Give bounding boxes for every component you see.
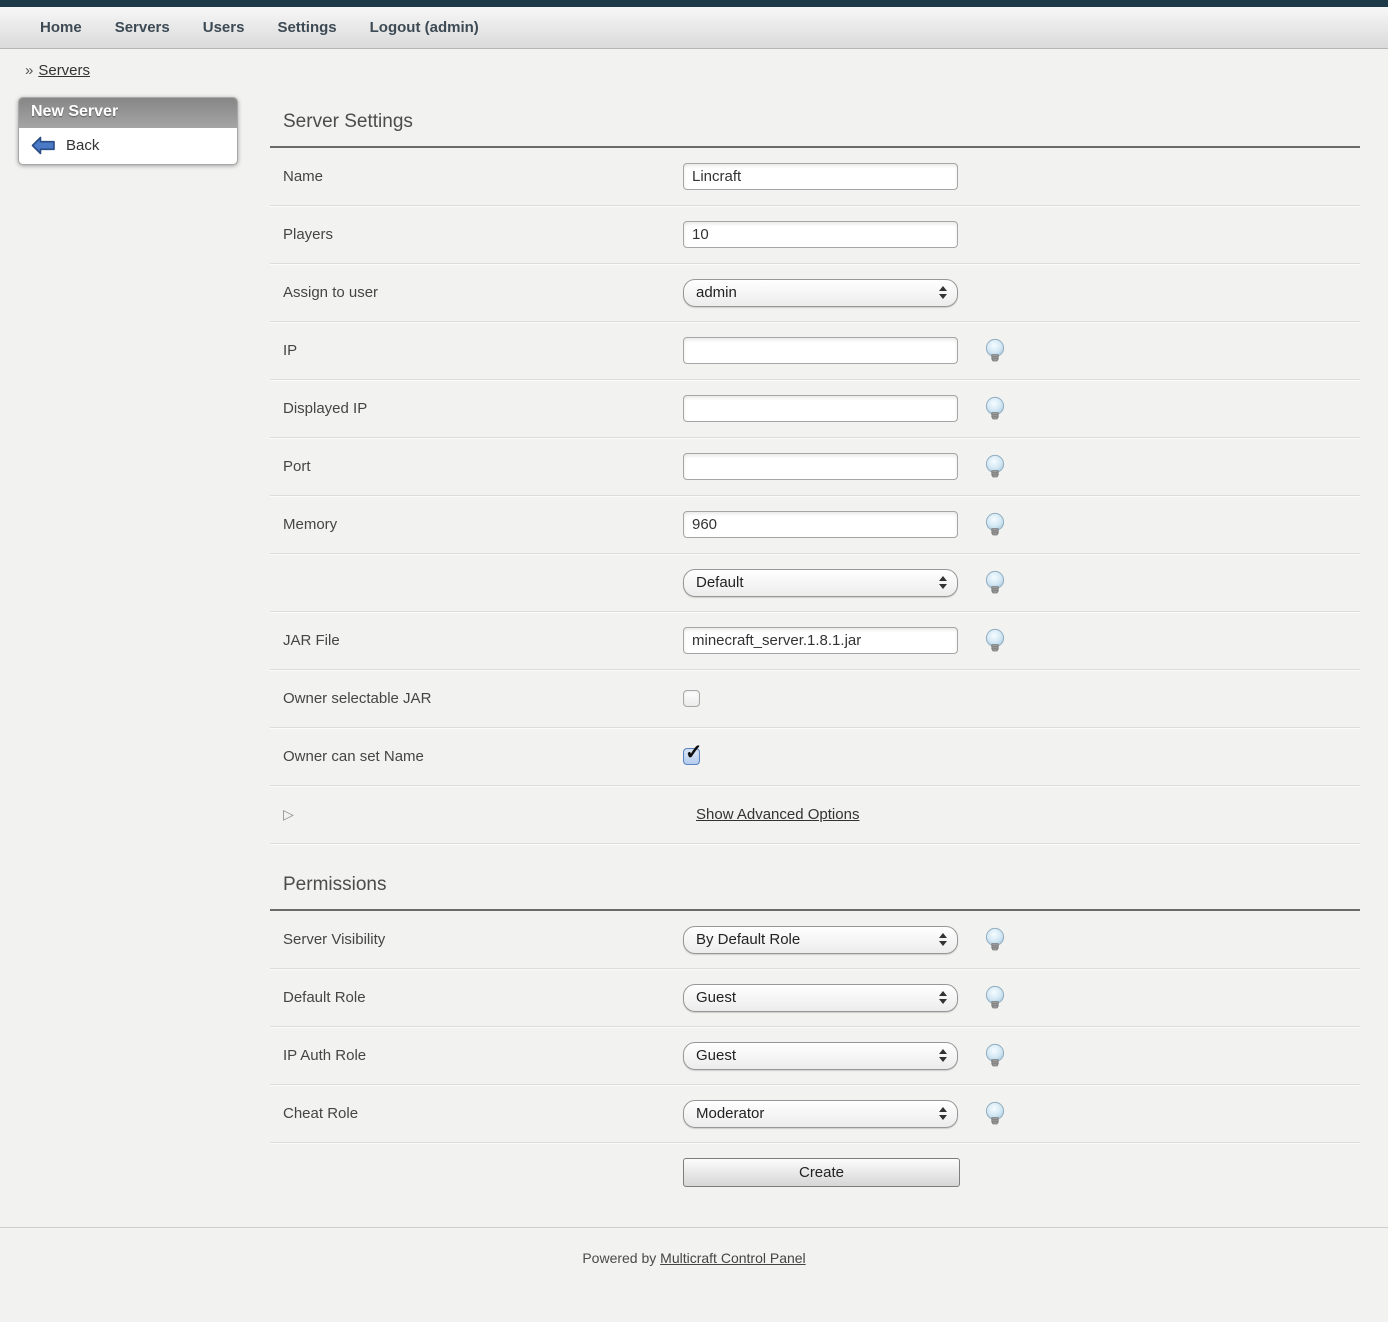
main-content: Server Settings Name Players Assign to u… — [270, 79, 1360, 1201]
players-input[interactable] — [683, 221, 958, 248]
form-row-cheat-role: Cheat Role Moderator — [270, 1085, 1360, 1143]
server-visibility-help-bulb-icon[interactable] — [984, 927, 1006, 952]
select-stepper-icon — [939, 576, 947, 589]
ip-auth-role-help-bulb-icon[interactable] — [984, 1043, 1006, 1068]
form-row-memory: Memory — [270, 496, 1360, 554]
owner-can-set-name-checkbox[interactable] — [683, 748, 700, 765]
breadcrumb-separator: » — [25, 62, 33, 79]
breadcrumb: » Servers — [0, 49, 1388, 79]
memory-help-bulb-icon[interactable] — [984, 512, 1006, 537]
owner-selectable-jar-checkbox[interactable] — [683, 690, 700, 707]
players-label: Players — [270, 226, 683, 243]
page-footer: Powered by Multicraft Control Panel — [0, 1227, 1388, 1306]
displayed-ip-input[interactable] — [683, 395, 958, 422]
section-title-server-settings: Server Settings — [283, 111, 1360, 133]
footer-multicraft-link[interactable]: Multicraft Control Panel — [660, 1250, 806, 1266]
port-label: Port — [270, 458, 683, 475]
section-title-permissions: Permissions — [283, 874, 1360, 896]
nav-item-servers[interactable]: Servers — [115, 19, 170, 36]
ip-auth-role-select[interactable]: Guest — [683, 1042, 958, 1070]
memory-input[interactable] — [683, 511, 958, 538]
displayed-ip-label: Displayed IP — [270, 400, 683, 417]
select-stepper-icon — [939, 1107, 947, 1120]
port-help-bulb-icon[interactable] — [984, 454, 1006, 479]
default-role-value: Guest — [696, 989, 939, 1006]
jar-type-select[interactable]: Default — [683, 569, 958, 597]
disclosure-triangle-icon[interactable]: ▷ — [283, 807, 696, 823]
cheat-role-select[interactable]: Moderator — [683, 1100, 958, 1128]
default-role-label: Default Role — [270, 989, 683, 1006]
select-stepper-icon — [939, 991, 947, 1004]
form-row-owner-can-set-name: Owner can set Name — [270, 728, 1360, 786]
form-row-displayed-ip: Displayed IP — [270, 380, 1360, 438]
jar-file-label: JAR File — [270, 632, 683, 649]
form-row-ip: IP — [270, 322, 1360, 380]
sidebar-panel: New Server Back — [18, 97, 238, 165]
name-label: Name — [270, 168, 683, 185]
form-row-default-role: Default Role Guest — [270, 969, 1360, 1027]
default-role-select[interactable]: Guest — [683, 984, 958, 1012]
ip-help-bulb-icon[interactable] — [984, 338, 1006, 363]
back-button[interactable]: Back — [19, 128, 237, 164]
assign-to-user-select[interactable]: admin — [683, 279, 958, 307]
select-stepper-icon — [939, 933, 947, 946]
select-stepper-icon — [939, 286, 947, 299]
top-accent-strip — [0, 0, 1388, 7]
cheat-role-help-bulb-icon[interactable] — [984, 1101, 1006, 1126]
default-role-help-bulb-icon[interactable] — [984, 985, 1006, 1010]
form-row-owner-selectable-jar: Owner selectable JAR — [270, 670, 1360, 728]
port-input[interactable] — [683, 453, 958, 480]
ip-label: IP — [270, 342, 683, 359]
footer-text: Powered by — [582, 1250, 656, 1266]
form-row-create: Create — [270, 1143, 1360, 1201]
form-row-server-visibility: Server Visibility By Default Role — [270, 911, 1360, 969]
form-row-jar-file: JAR File — [270, 612, 1360, 670]
jar-type-value: Default — [696, 574, 939, 591]
server-visibility-select[interactable]: By Default Role — [683, 926, 958, 954]
nav-item-home[interactable]: Home — [40, 19, 82, 36]
form-row-name: Name — [270, 148, 1360, 206]
cheat-role-label: Cheat Role — [270, 1105, 683, 1122]
select-stepper-icon — [939, 1049, 947, 1062]
ip-input[interactable] — [683, 337, 958, 364]
ip-auth-role-label: IP Auth Role — [270, 1047, 683, 1064]
assign-to-user-label: Assign to user — [270, 284, 683, 301]
cheat-role-value: Moderator — [696, 1105, 939, 1122]
breadcrumb-link-servers[interactable]: Servers — [38, 62, 90, 79]
server-visibility-value: By Default Role — [696, 931, 939, 948]
owner-selectable-jar-label: Owner selectable JAR — [270, 690, 683, 707]
permissions-form: Server Visibility By Default Role Defaul… — [270, 911, 1360, 1201]
owner-can-set-name-label: Owner can set Name — [270, 748, 683, 765]
form-row-ip-auth-role: IP Auth Role Guest — [270, 1027, 1360, 1085]
nav-item-settings[interactable]: Settings — [277, 19, 336, 36]
memory-label: Memory — [270, 516, 683, 533]
form-row-jar-type: Default — [270, 554, 1360, 612]
form-row-players: Players — [270, 206, 1360, 264]
show-advanced-options-link[interactable]: Show Advanced Options — [696, 806, 859, 823]
back-arrow-icon — [31, 136, 56, 155]
form-row-assign-to-user: Assign to user admin — [270, 264, 1360, 322]
jar-file-input[interactable] — [683, 627, 958, 654]
server-settings-form: Name Players Assign to user admin IP — [270, 148, 1360, 844]
assign-to-user-value: admin — [696, 284, 939, 301]
displayed-ip-help-bulb-icon[interactable] — [984, 396, 1006, 421]
server-visibility-label: Server Visibility — [270, 931, 683, 948]
nav-item-users[interactable]: Users — [203, 19, 245, 36]
sidebar-title: New Server — [19, 98, 237, 128]
back-button-label: Back — [66, 137, 99, 154]
form-row-port: Port — [270, 438, 1360, 496]
create-button[interactable]: Create — [683, 1158, 960, 1187]
main-nav: Home Servers Users Settings Logout (admi… — [0, 7, 1388, 49]
nav-item-logout[interactable]: Logout (admin) — [370, 19, 479, 36]
jar-type-help-bulb-icon[interactable] — [984, 570, 1006, 595]
form-row-advanced-options: ▷ Show Advanced Options — [270, 786, 1360, 844]
name-input[interactable] — [683, 163, 958, 190]
jar-file-help-bulb-icon[interactable] — [984, 628, 1006, 653]
ip-auth-role-value: Guest — [696, 1047, 939, 1064]
